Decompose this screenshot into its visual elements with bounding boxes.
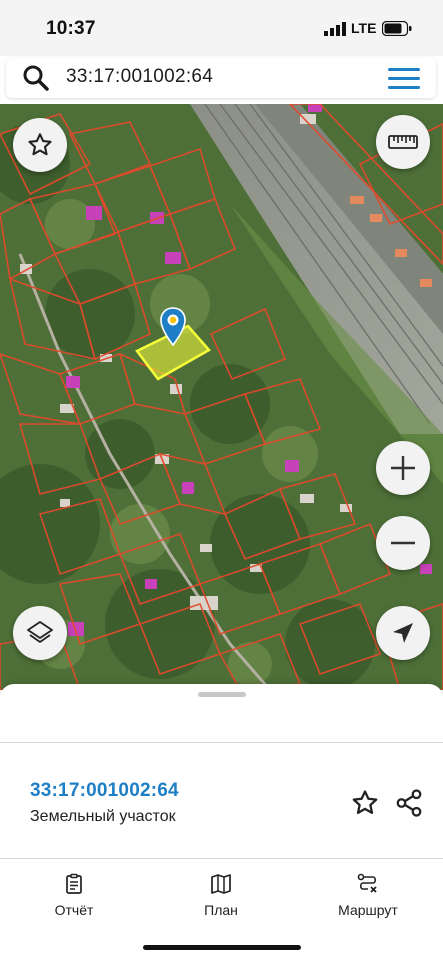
bottom-tab-bar: Отчёт План Маршрут — [0, 860, 443, 930]
tab-report-label: Отчёт — [54, 902, 94, 918]
signal-icon — [324, 22, 346, 36]
layers-button[interactable] — [13, 606, 67, 660]
route-icon — [357, 873, 377, 893]
tab-report[interactable]: Отчёт — [14, 872, 134, 918]
search-icon[interactable] — [22, 64, 50, 92]
share-icon[interactable] — [394, 788, 424, 818]
plus-icon — [391, 456, 415, 480]
my-location-button[interactable] — [376, 606, 430, 660]
tab-plan-label: План — [204, 902, 238, 918]
map-icon — [211, 874, 231, 894]
favorite-map-button[interactable] — [13, 118, 67, 172]
search-input[interactable] — [66, 66, 366, 88]
object-type: Земельный участок — [30, 808, 176, 825]
status-time: 10:37 — [46, 18, 96, 39]
ruler-icon — [388, 135, 418, 149]
search-bar — [6, 58, 436, 98]
add-favorite-icon[interactable] — [350, 788, 380, 818]
cadastral-number[interactable]: 33:17:001002:64 — [30, 780, 179, 802]
tab-route-label: Маршрут — [338, 902, 398, 918]
minus-icon — [391, 541, 415, 545]
network-type: LTE — [351, 20, 377, 36]
battery-icon — [382, 21, 412, 36]
tab-route[interactable]: Маршрут — [308, 872, 428, 918]
zoom-in-button[interactable] — [376, 441, 430, 495]
status-bar: 10:37 LTE — [0, 0, 443, 56]
map-view[interactable] — [0, 104, 443, 690]
report-icon — [66, 873, 82, 894]
tab-plan[interactable]: План — [161, 872, 281, 918]
layers-icon — [27, 621, 53, 643]
divider — [0, 742, 443, 743]
zoom-out-button[interactable] — [376, 516, 430, 570]
ruler-button[interactable] — [376, 115, 430, 169]
navigation-arrow-icon — [393, 623, 413, 643]
satellite-map[interactable] — [0, 104, 443, 690]
star-outline-icon — [28, 133, 52, 156]
divider — [0, 858, 443, 859]
menu-icon[interactable] — [388, 66, 420, 90]
sheet-grabber[interactable] — [198, 692, 246, 697]
home-indicator — [143, 945, 301, 950]
